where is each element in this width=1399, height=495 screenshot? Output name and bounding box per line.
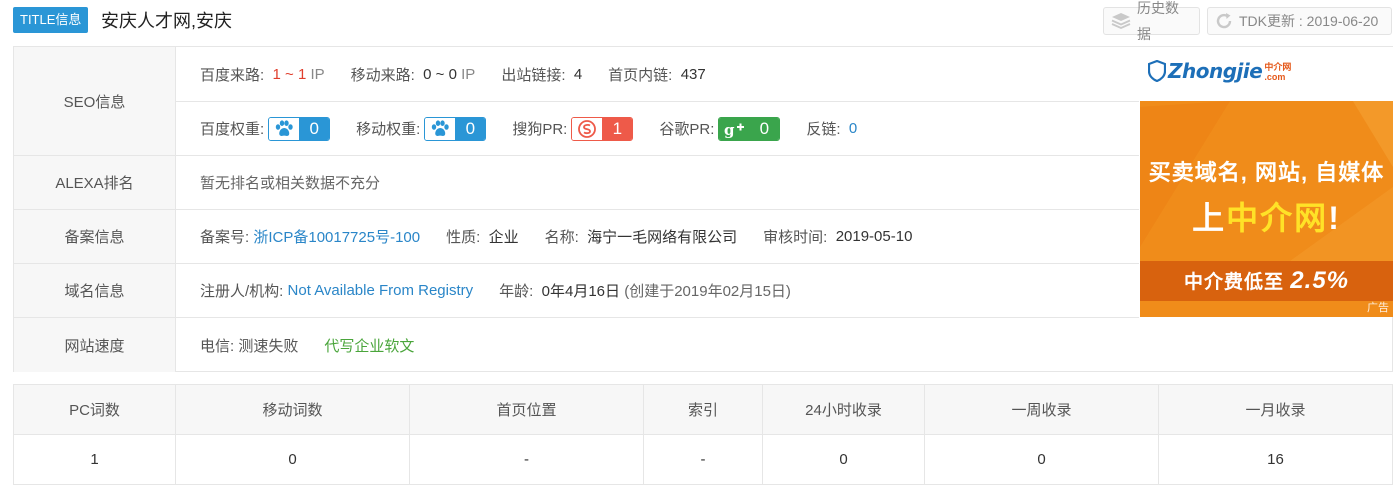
seo-line-traffic: 百度来路: 1 ~ 1 IP 移动来路: 0 ~ 0 IP 出站链接: 4 首页… [176, 47, 1139, 101]
speed-telecom: 电信: 测速失败 [200, 337, 299, 355]
domain-row: 域名信息 注册人/机构: Not Available From Registry… [14, 264, 1139, 318]
stats-header-mobile-words: 移动词数 [176, 385, 410, 434]
speed-label: 网站速度 [14, 318, 176, 372]
alexa-row: ALEXA排名 暂无排名或相关数据不充分 [14, 156, 1139, 210]
icp-name: 名称: 海宁一毛网络有限公司 [544, 229, 738, 246]
sogou-pr-badge[interactable]: 1 [571, 116, 634, 141]
shield-logo-icon [1148, 60, 1166, 82]
mobile-source: 移动来路: 0 ~ 0 IP [350, 65, 476, 84]
paw-icon [269, 117, 300, 140]
stats-header-index: 索引 [644, 385, 763, 434]
alexa-label: ALEXA排名 [14, 156, 176, 209]
baidu-source: 百度来路: 1 ~ 1 IP [200, 65, 325, 84]
mobile-weight: 移动权重: 0 [356, 116, 487, 141]
refresh-icon [1216, 13, 1232, 29]
domain-label: 域名信息 [14, 264, 176, 317]
speed-row: 网站速度 电信: 测速失败 代写企业软文 [14, 318, 1392, 372]
icp-number: 备案号: 浙ICP备10017725号-100 [200, 226, 420, 247]
stats-header-week: 一周收录 [925, 385, 1159, 434]
stats-index: - [644, 435, 763, 484]
seo-line-weights: 百度权重: 0 移动权重: 0 搜狗PR: 1 谷歌PR: g 0 反链: 0 [176, 101, 1139, 155]
mobile-weight-badge[interactable]: 0 [424, 116, 487, 141]
icp-label: 备案信息 [14, 210, 176, 263]
page-title: 安庆人才网,安庆 [101, 11, 233, 31]
outbound-links: 出站链接: 4 [501, 65, 583, 84]
stats-homepage-position: - [410, 435, 644, 484]
domain-age: 年龄: 0年4月16日 (创建于2019年02月15日) [499, 280, 791, 301]
ad-banner[interactable]: Zhongjie 中介网 .com 买卖域名, 网站, 自媒体 上中介网! 中介… [1140, 47, 1393, 317]
stats-month: 16 [1267, 451, 1284, 468]
outbound-links-value: 4 [573, 65, 583, 83]
icp-review-time: 审核时间: 2019-05-10 [763, 228, 913, 246]
alexa-value: 暂无排名或相关数据不充分 [200, 175, 381, 192]
zhongjie-logo: Zhongjie 中介网 .com [1148, 59, 1291, 83]
site-info-table: SEO信息 百度来路: 1 ~ 1 IP 移动来路: 0 ~ 0 IP 出站链接… [13, 46, 1393, 372]
icp-nature: 性质: 企业 [446, 229, 519, 246]
baidu-weight-badge[interactable]: 0 [268, 116, 331, 141]
icp-number-link[interactable]: 浙ICP备10017725号-100 [253, 226, 420, 247]
domain-created-note: (创建于2019年02月15日) [624, 283, 791, 300]
stats-pc-words: 1 [14, 435, 176, 484]
stats-header-homepage-position: 首页位置 [410, 385, 644, 434]
google-plus-icon: g [719, 117, 750, 140]
stats-data-row: 1 0 - - 0 0 16 [14, 435, 1392, 484]
domain-registrant: 注册人/机构: Not Available From Registry [200, 282, 474, 300]
stats-week: 0 [925, 435, 1159, 484]
stats-24h: 0 [763, 435, 925, 484]
page-header: TITLE信息 安庆人才网,安庆 历史数据 TDK更新 : 2019-06-20 [0, 0, 1399, 44]
icp-row: 备案信息 备案号: 浙ICP备10017725号-100 性质: 企业 名称: … [14, 210, 1139, 264]
seo-label: SEO信息 [14, 47, 176, 155]
ad-tag: 广告 [1367, 302, 1389, 314]
ad-line-1: 买卖域名, 网站, 自媒体 [1148, 160, 1385, 185]
title-badge: TITLE信息 [13, 7, 89, 33]
stack-icon [1111, 13, 1131, 29]
baidu-weight: 百度权重: 0 [200, 116, 331, 141]
history-data-button[interactable]: 历史数据 [1103, 0, 1200, 42]
stats-header-pc-words: PC词数 [14, 385, 176, 434]
stats-header-month: 一月收录 [1245, 402, 1306, 419]
stats-header-row: PC词数 移动词数 首页位置 索引 24小时收录 一周收录 一月收录 [14, 385, 1392, 435]
backlinks-value[interactable]: 0 [849, 120, 857, 137]
stats-header-24h: 24小时收录 [763, 385, 925, 434]
google-pr-badge[interactable]: g 0 [718, 116, 781, 141]
baidu-source-value[interactable]: 1 ~ 1 [273, 66, 307, 83]
paw-icon [425, 117, 456, 140]
tdk-update-button[interactable]: TDK更新 : 2019-06-20 [1207, 7, 1392, 35]
ad-text-link[interactable]: 代写企业软文 [324, 335, 414, 356]
ad-line-2: 上中介网! [1192, 200, 1341, 236]
mobile-source-value: 0 ~ 0 [423, 65, 457, 83]
google-pr: 谷歌PR: g 0 [659, 116, 781, 141]
ad-line-3: 中介费低至 2.5% [1184, 267, 1349, 294]
inner-links: 首页内链: 437 [608, 65, 706, 84]
stats-mobile-words: 0 [176, 435, 410, 484]
sogou-pr: 搜狗PR: 1 [512, 116, 634, 141]
sogou-icon [572, 117, 603, 140]
svg-text:g: g [724, 121, 735, 138]
seo-row: SEO信息 百度来路: 1 ~ 1 IP 移动来路: 0 ~ 0 IP 出站链接… [14, 47, 1139, 156]
inner-links-value: 437 [680, 65, 706, 83]
keyword-stats-table: PC词数 移动词数 首页位置 索引 24小时收录 一周收录 一月收录 1 0 -… [13, 384, 1393, 485]
seo-values: 百度来路: 1 ~ 1 IP 移动来路: 0 ~ 0 IP 出站链接: 4 首页… [176, 47, 1139, 155]
tdk-update-label: TDK更新 : 2019-06-20 [1239, 13, 1379, 29]
history-data-label: 历史数据 [1137, 0, 1179, 42]
registrant-link[interactable]: Not Available From Registry [288, 282, 474, 299]
backlinks: 反链: 0 [806, 120, 858, 138]
